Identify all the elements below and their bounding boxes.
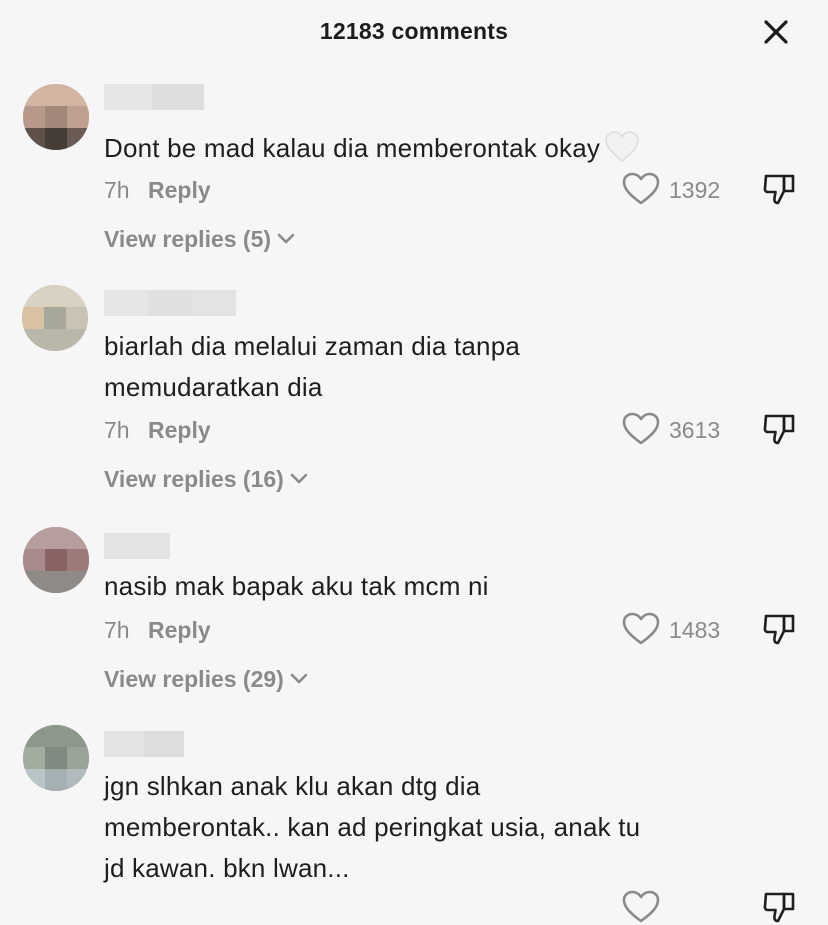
- reply-button[interactable]: Reply: [148, 417, 211, 444]
- thumbs-down-icon[interactable]: [762, 611, 798, 647]
- heart-icon[interactable]: [622, 412, 660, 446]
- view-replies-label: View replies (16): [104, 466, 284, 492]
- close-icon: [764, 20, 788, 44]
- view-replies-button[interactable]: View replies (5): [104, 226, 295, 253]
- comments-count-title: 12183 comments: [319, 18, 509, 44]
- comment-time: 7h: [104, 177, 130, 203]
- username-redacted[interactable]: [104, 731, 184, 757]
- like-count: 1483: [669, 617, 721, 643]
- comment-text: biarlah dia melalui zaman dia tanpa memu…: [104, 331, 521, 402]
- view-replies-button[interactable]: View replies (16): [104, 466, 308, 493]
- comments-header: 12183 comments: [0, 0, 828, 66]
- thumbs-down-icon[interactable]: [762, 171, 798, 207]
- avatar[interactable]: [23, 527, 89, 593]
- reply-button[interactable]: Reply: [148, 177, 211, 204]
- like-count: 3613: [669, 417, 721, 443]
- avatar[interactable]: [22, 285, 88, 351]
- thumbs-down-icon[interactable]: [762, 411, 798, 447]
- comment-text: jgn slhkan anak klu akan dtg dia membero…: [104, 771, 641, 883]
- username-redacted[interactable]: [104, 533, 170, 559]
- view-replies-label: View replies (29): [104, 666, 284, 692]
- comment-text: Dont be mad kalau dia memberontak okay: [104, 128, 640, 169]
- avatar[interactable]: [23, 725, 89, 791]
- white-heart-emoji-icon: [605, 131, 639, 162]
- view-replies-label: View replies (5): [104, 226, 272, 252]
- view-replies-button[interactable]: View replies (29): [104, 666, 308, 693]
- comments-sheet: 12183 comments Dont be mad kalau dia mem…: [0, 0, 828, 923]
- comment-text: nasib mak bapak aku tak mcm ni: [104, 571, 489, 601]
- reply-button[interactable]: Reply: [148, 617, 211, 644]
- heart-icon[interactable]: [622, 172, 660, 206]
- like-count: 1392: [669, 177, 721, 203]
- heart-icon[interactable]: [622, 612, 660, 646]
- username-redacted[interactable]: [104, 84, 204, 110]
- avatar[interactable]: [23, 84, 89, 150]
- chevron-down-icon: [290, 673, 308, 684]
- close-button[interactable]: [758, 14, 794, 50]
- comment-time: 7h: [104, 417, 130, 443]
- thumbs-down-icon[interactable]: [762, 889, 798, 925]
- username-redacted[interactable]: [104, 290, 236, 316]
- comment-time: 7h: [104, 617, 130, 643]
- chevron-down-icon: [277, 233, 295, 244]
- chevron-down-icon: [290, 473, 308, 484]
- heart-icon[interactable]: [622, 890, 660, 924]
